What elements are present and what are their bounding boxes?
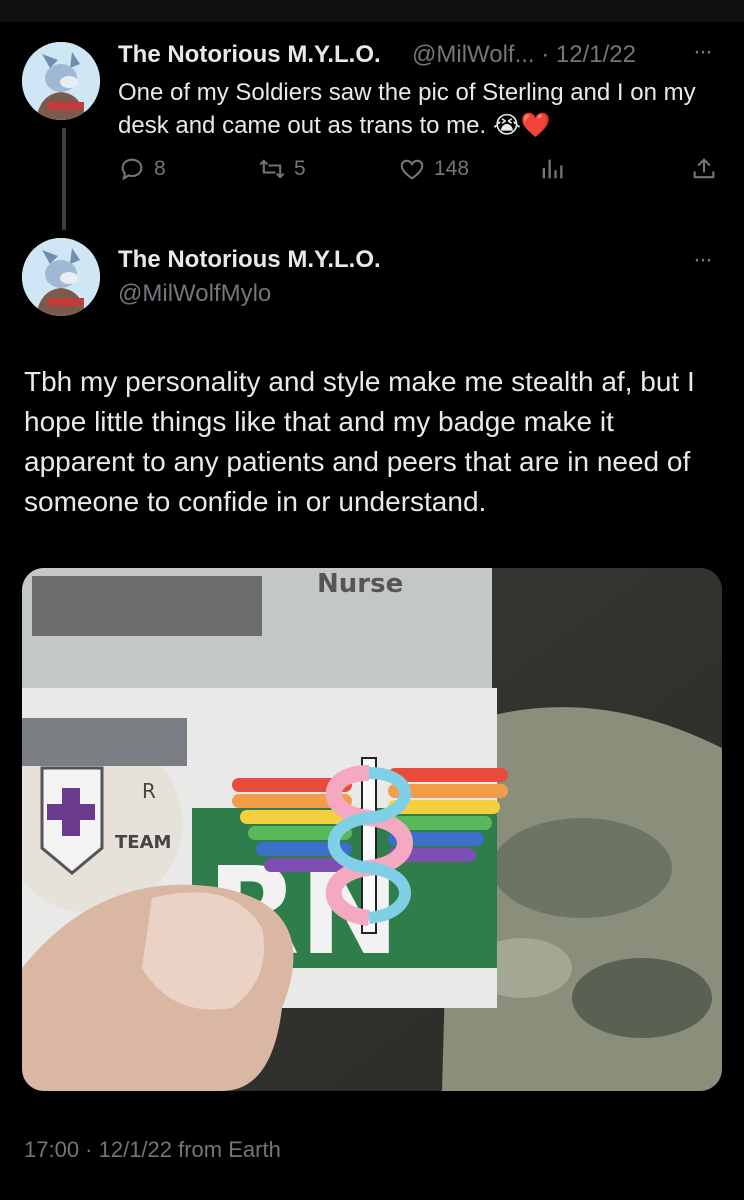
reply-count: 8	[154, 157, 166, 180]
retweet-count: 5	[294, 157, 306, 180]
more-icon[interactable]: ···	[693, 246, 713, 274]
display-name[interactable]: The Notorious M.Y.L.O.	[118, 246, 381, 274]
like-icon	[400, 159, 424, 180]
pin-letter-text: R	[142, 779, 156, 803]
share-icon	[693, 158, 715, 179]
handle[interactable]: @MilWolfMylo	[118, 280, 271, 308]
top-bar	[0, 0, 744, 22]
avatar[interactable]	[22, 42, 100, 120]
reply-icon	[121, 158, 143, 181]
badge-nurse-text: Nurse	[317, 569, 403, 599]
handle-date[interactable]: @MilWolf... · 12/1/22	[412, 41, 636, 69]
tweet-text: One of my Soldiers saw the pic of Sterli…	[118, 79, 696, 139]
timestamp-source: 17:00 · 12/1/22 from Earth	[24, 1137, 281, 1162]
share-button[interactable]	[690, 155, 718, 183]
tweet-text: Tbh my personality and style make me ste…	[24, 366, 695, 517]
avatar[interactable]	[22, 238, 100, 316]
like-count: 148	[434, 157, 470, 180]
more-icon[interactable]: ···	[693, 38, 713, 66]
thread-line	[62, 128, 66, 230]
reply-button[interactable]: 8	[118, 155, 166, 183]
retweet-icon	[259, 159, 285, 179]
tweet-image[interactable]: Nurse RN TEAM R	[22, 568, 722, 1091]
display-name[interactable]: The Notorious M.Y.L.O.	[118, 41, 381, 69]
views-icon	[542, 159, 563, 179]
pin-team-text: TEAM	[115, 832, 171, 853]
tweet-actions: 8 5 148	[118, 155, 718, 187]
badge-photo: Nurse RN TEAM R	[22, 568, 722, 1091]
views-button[interactable]	[538, 155, 566, 183]
like-button[interactable]: 148	[398, 155, 469, 183]
retweet-button[interactable]: 5	[258, 155, 306, 183]
